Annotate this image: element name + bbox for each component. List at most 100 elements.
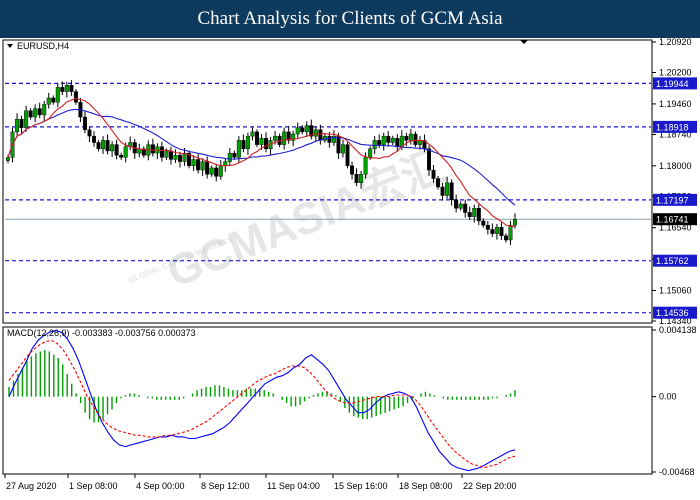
x-tick-label: 18 Sep 08:00: [399, 481, 453, 491]
candle: [24, 110, 29, 128]
candle: [87, 129, 92, 137]
candle: [123, 146, 128, 158]
candle: [313, 129, 318, 137]
candle: [426, 148, 431, 171]
candle: [82, 116, 87, 130]
candle: [191, 159, 196, 167]
x-tick-label: 8 Sep 12:00: [201, 481, 250, 491]
x-tick-label: 1 Sep 08:00: [69, 481, 118, 491]
candle: [168, 150, 173, 160]
level-label: 1.14536: [656, 308, 689, 318]
candle: [327, 135, 332, 143]
candle: [232, 152, 237, 158]
candle: [173, 155, 178, 160]
level-label: 1.17197: [656, 195, 689, 205]
candle: [92, 135, 97, 143]
candle: [60, 87, 65, 92]
candle: [481, 220, 486, 226]
candle: [51, 97, 56, 103]
candle: [178, 155, 183, 162]
macd-panel-title: MACD(12,26,9) -0.003383 -0.003756 0.0003…: [7, 328, 196, 338]
price-tick-label: 1.20200: [659, 68, 692, 78]
candle: [19, 118, 24, 128]
candle: [73, 91, 78, 103]
candle: [345, 144, 350, 167]
candle: [245, 135, 250, 150]
candle: [214, 167, 219, 177]
candle: [5, 157, 10, 161]
candle: [368, 148, 373, 158]
candle: [55, 87, 60, 103]
candle: [386, 135, 391, 143]
candle: [110, 144, 115, 152]
x-tick-label: 15 Sep 16:00: [334, 481, 388, 491]
candle: [119, 155, 124, 158]
candle: [408, 133, 413, 141]
candle: [196, 159, 201, 171]
x-tick-label: 11 Sep 04:00: [267, 481, 320, 491]
candle: [454, 199, 459, 209]
candle: [241, 140, 246, 150]
candle: [436, 178, 441, 188]
price-panel: [2, 39, 653, 324]
candle: [42, 104, 47, 116]
candle: [494, 227, 499, 234]
candle: [227, 152, 232, 162]
candle: [209, 167, 214, 175]
candle: [490, 229, 495, 234]
chart-area: GCMASIA宏汇 GLOBAL CAPITAL MARKETS 1.20920…: [2, 38, 697, 491]
candle: [318, 129, 323, 141]
candle: [250, 131, 255, 137]
price-tick-label: 1.20920: [659, 38, 692, 47]
candle: [205, 161, 210, 175]
candle: [485, 224, 490, 230]
candle: [64, 85, 69, 92]
candle: [440, 186, 445, 196]
candle: [259, 138, 264, 145]
candle: [295, 127, 300, 135]
candle: [359, 174, 364, 183]
candle: [363, 157, 368, 175]
candle: [336, 135, 341, 154]
candle: [472, 208, 477, 217]
price-tick-label: 1.15060: [659, 285, 692, 295]
candle: [114, 144, 119, 156]
candle: [282, 131, 287, 145]
candle: [476, 208, 481, 222]
candle: [254, 131, 259, 145]
candle: [467, 212, 472, 217]
candle: [101, 140, 106, 150]
price-tick-label: 1.18000: [659, 161, 692, 171]
candle: [236, 140, 241, 158]
candle: [300, 127, 305, 133]
candle: [449, 182, 454, 200]
macd-tick-label: 0.00: [659, 392, 677, 402]
candle: [431, 169, 436, 179]
candle: [508, 224, 513, 241]
candle: [264, 138, 269, 150]
candle: [15, 118, 20, 133]
candle: [218, 165, 223, 177]
candle: [458, 203, 463, 209]
x-tick-label: 22 Sep 20:00: [463, 481, 517, 491]
candle: [273, 135, 278, 141]
candle: [200, 161, 205, 171]
candle: [395, 138, 400, 147]
candle: [499, 227, 504, 236]
candle: [463, 203, 468, 213]
header-title: Chart Analysis for Clients of GCM Asia: [197, 8, 503, 29]
candle: [164, 150, 169, 158]
candle: [69, 85, 74, 92]
candle: [413, 133, 418, 145]
x-tick-label: 4 Sep 00:00: [136, 481, 185, 491]
candle: [513, 219, 518, 226]
candle: [503, 235, 508, 241]
candle: [377, 140, 382, 145]
candle: [404, 135, 409, 141]
macd-tick-label: 0.004138: [659, 325, 697, 335]
candle: [390, 138, 395, 143]
macd-panel: [2, 326, 653, 475]
candle: [28, 110, 33, 118]
candle: [46, 97, 51, 105]
price-tick-label: 1.19460: [659, 99, 692, 109]
